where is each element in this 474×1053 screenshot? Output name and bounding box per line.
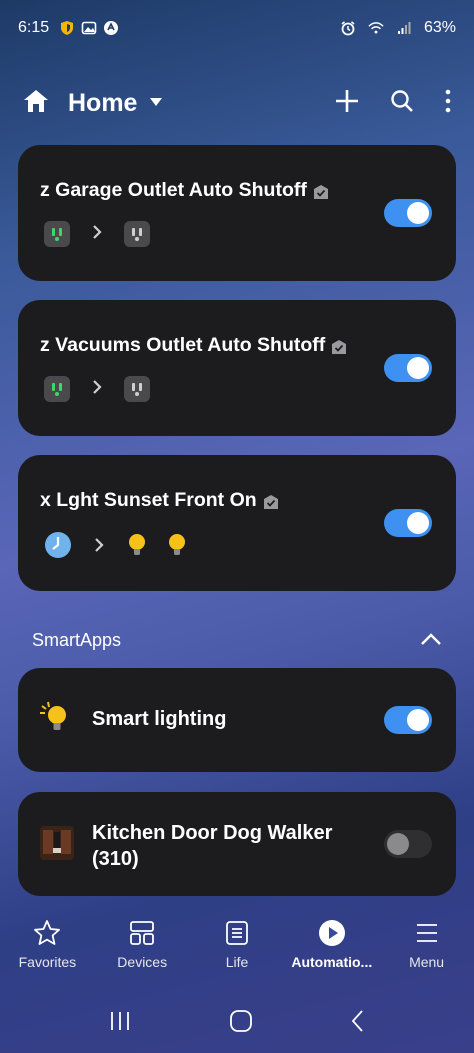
sync-icon (103, 20, 119, 36)
automation-toggle[interactable] (384, 354, 432, 382)
system-nav-bar (0, 1000, 474, 1046)
menu-icon (413, 918, 441, 948)
gallery-icon (81, 20, 97, 36)
outlet-off-icon (124, 221, 150, 247)
alarm-icon (340, 20, 356, 36)
outlet-on-icon (44, 221, 70, 247)
automation-title: z Vacuums Outlet Auto Shutoff (40, 334, 326, 356)
shield-badge-icon (59, 20, 75, 36)
battery-percent: 63% (423, 19, 456, 36)
verified-home-icon (313, 183, 329, 199)
clock-icon (44, 531, 72, 564)
smart-lighting-icon (38, 700, 70, 739)
status-time: 6:15 (18, 19, 50, 36)
verified-home-icon (331, 338, 347, 354)
recent-apps-icon[interactable] (108, 1010, 132, 1037)
play-icon (318, 918, 346, 948)
status-right: 63% (340, 19, 456, 37)
outlet-on-icon (44, 376, 70, 402)
nav-item-devices[interactable]: Devices (95, 918, 190, 984)
chevron-up-icon[interactable] (420, 630, 442, 651)
smartapp-card[interactable]: Kitchen Door Dog Walker (310) (18, 792, 456, 896)
nav-item-menu[interactable]: Menu (379, 918, 474, 984)
automation-title-row: z Vacuums Outlet Auto Shutoff (40, 334, 347, 357)
dog-walker-thumbnail (40, 826, 74, 865)
smartapp-card[interactable]: Smart lighting (18, 668, 456, 772)
more-options-icon[interactable] (444, 89, 452, 118)
automation-toggle[interactable] (384, 509, 432, 537)
automation-flow (44, 531, 188, 564)
automation-title-row: z Garage Outlet Auto Shutoff (40, 179, 329, 202)
automation-title-row: x Lght Sunset Front On (40, 489, 279, 512)
automation-flow (44, 376, 150, 402)
smartapp-toggle[interactable] (384, 830, 432, 858)
home-icon[interactable] (22, 88, 50, 119)
nav-item-favorites[interactable]: Favorites (0, 918, 95, 984)
outlet-off-icon (124, 376, 150, 402)
light-bulb-icon (126, 532, 148, 563)
chevron-right-icon (94, 537, 104, 558)
smartapps-heading: SmartApps (32, 629, 122, 650)
chevron-down-icon[interactable] (149, 94, 163, 112)
automation-title: z Garage Outlet Auto Shutoff (40, 179, 307, 201)
automation-card[interactable]: z Vacuums Outlet Auto Shutoff (18, 300, 456, 436)
search-icon[interactable] (390, 89, 414, 118)
chevron-right-icon (92, 224, 102, 245)
life-icon (223, 918, 251, 948)
back-icon[interactable] (350, 1009, 366, 1038)
location-title[interactable]: Home (68, 89, 137, 118)
nav-item-life[interactable]: Life (190, 918, 285, 984)
smartapp-label: Kitchen Door Dog Walker (310) (92, 822, 333, 870)
verified-home-icon (263, 493, 279, 509)
devices-icon (128, 918, 156, 948)
status-bar: 6:15 63% (0, 0, 474, 56)
nav-item-automations[interactable]: Automatio... (284, 918, 379, 984)
nav-label: Favorites (18, 954, 77, 970)
add-icon[interactable] (334, 88, 360, 119)
nav-label: Menu (409, 954, 445, 970)
chevron-right-icon (92, 379, 102, 400)
nav-label: Devices (117, 954, 168, 970)
nav-label: Automatio... (291, 954, 373, 970)
smartapps-section-header[interactable]: SmartApps (32, 626, 442, 654)
light-bulb-icon (166, 532, 188, 563)
automation-toggle[interactable] (384, 199, 432, 227)
automation-card[interactable]: z Garage Outlet Auto Shutoff (18, 145, 456, 281)
home-button-icon[interactable] (229, 1009, 253, 1038)
smartapp-toggle[interactable] (384, 706, 432, 734)
automation-title: x Lght Sunset Front On (40, 489, 257, 511)
bottom-nav: Favorites Devices Life Automatio... Menu (0, 918, 474, 984)
wifi-icon (368, 20, 384, 36)
nav-label: Life (225, 954, 249, 970)
automation-flow (44, 221, 150, 247)
header-actions (334, 88, 452, 119)
signal-icon (396, 20, 412, 36)
star-icon (33, 918, 61, 948)
automation-card[interactable]: x Lght Sunset Front On (18, 455, 456, 591)
smartapp-label: Smart lighting (92, 708, 227, 730)
app-header: Home (0, 78, 474, 128)
